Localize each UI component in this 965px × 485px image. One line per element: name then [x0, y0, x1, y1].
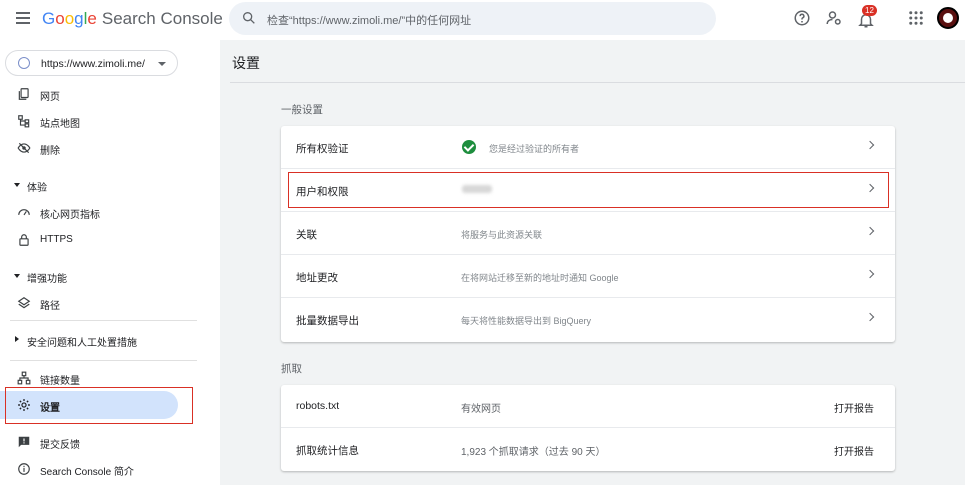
page-title: 设置: [232, 55, 260, 71]
sidebar-item-label: 核心网页指标: [40, 210, 100, 221]
sidebar-item-pages[interactable]: 网页: [0, 84, 220, 104]
crawl-heading: 抓取: [281, 363, 302, 375]
row-desc: 有效网页: [461, 404, 501, 415]
feedback-icon: [18, 436, 30, 448]
logo-letter: o: [55, 9, 65, 28]
section-label: 增强功能: [27, 274, 67, 285]
row-desc: 1,923 个抓取请求（过去 90 天）: [461, 447, 606, 458]
open-report-link[interactable]: 打开报告: [834, 443, 874, 458]
caret-down-icon: [158, 62, 166, 66]
collapse-icon: [14, 183, 20, 187]
product-name: Search Console: [101, 9, 223, 28]
url-inspection-search[interactable]: 检查“https://www.zimoli.me/”中的任何网址: [229, 2, 716, 35]
eye-off-icon: [17, 142, 31, 154]
row-desc: 在将网站迁移至新的地址时通知 Google: [461, 273, 619, 283]
sidebar-item-about[interactable]: Search Console 简介: [0, 459, 220, 479]
logo-letter: g: [74, 9, 84, 28]
sidebar-item-label: 网页: [40, 92, 60, 103]
crawl-row-stats[interactable]: 抓取统计信息 1,923 个抓取请求（过去 90 天） 打开报告: [281, 428, 895, 471]
highlight-box: [5, 387, 193, 424]
crawl-card: robots.txt 有效网页 打开报告 抓取统计信息 1,923 个抓取请求（…: [281, 385, 895, 471]
logo-letter: e: [87, 9, 97, 28]
lock-icon: [19, 234, 29, 246]
general-settings-heading: 一般设置: [281, 104, 323, 116]
info-icon: [18, 463, 30, 475]
settings-row-ownership[interactable]: 所有权验证 您是经过验证的所有者: [281, 126, 895, 169]
search-icon[interactable]: [241, 10, 257, 26]
app-header: Google Search Console 检查“https://www.zimo…: [0, 0, 965, 40]
check-circle-icon: [462, 140, 476, 154]
globe-icon: [18, 57, 30, 69]
row-name: 抓取统计信息: [296, 445, 359, 457]
manage-users-icon[interactable]: [825, 9, 843, 27]
section-experience[interactable]: 体验: [0, 175, 220, 195]
speedometer-icon: [18, 209, 30, 216]
sidebar-item-links[interactable]: 链接数量: [0, 368, 220, 388]
settings-row-associations[interactable]: 关联 将服务与此资源关联: [281, 212, 895, 255]
divider: [10, 360, 197, 361]
crawl-row-robots[interactable]: robots.txt 有效网页 打开报告: [281, 385, 895, 428]
row-desc: 将服务与此资源关联: [461, 230, 543, 240]
sidebar-item-label: 提交反馈: [40, 440, 80, 451]
layers-icon: [17, 297, 31, 309]
notification-badge: 12: [862, 5, 877, 16]
chevron-right-icon: [865, 226, 875, 236]
account-avatar[interactable]: [937, 7, 959, 29]
logo[interactable]: Google Search Console: [42, 9, 223, 29]
section-security[interactable]: 安全问题和人工处置措施: [0, 330, 220, 350]
chevron-right-icon: [865, 269, 875, 279]
logo-letter: o: [64, 9, 75, 28]
expand-icon: [15, 336, 19, 342]
sidebar-item-https[interactable]: HTTPS: [0, 230, 220, 250]
section-enhancements[interactable]: 增强功能: [0, 266, 220, 286]
apps-grid-icon[interactable]: [907, 9, 925, 27]
sitemap-icon: [18, 115, 30, 128]
sidebar-item-label: HTTPS: [40, 234, 73, 245]
logo-letter: G: [42, 9, 56, 28]
sidebar-item-label: 链接数量: [40, 376, 80, 387]
section-label: 安全问题和人工处置措施: [27, 338, 137, 349]
network-icon: [17, 371, 31, 385]
row-name: 地址更改: [296, 272, 338, 284]
sidebar-item-feedback[interactable]: 提交反馈: [0, 432, 220, 452]
row-name: robots.txt: [296, 400, 340, 412]
sidebar-item-core-web-vitals[interactable]: 核心网页指标: [0, 202, 220, 222]
row-desc: 您是经过验证的所有者: [489, 144, 580, 154]
row-name: 批量数据导出: [296, 315, 359, 327]
help-icon[interactable]: [793, 9, 811, 27]
settings-row-change-of-address[interactable]: 地址更改 在将网站迁移至新的地址时通知 Google: [281, 255, 895, 298]
highlight-box: [288, 172, 889, 208]
section-label: 体验: [27, 183, 47, 194]
row-desc: 每天将性能数据导出到 BigQuery: [461, 316, 592, 326]
menu-icon[interactable]: [16, 12, 30, 24]
pages-icon: [18, 88, 29, 100]
chevron-right-icon: [865, 312, 875, 322]
property-selector[interactable]: https://www.zimoli.me/: [5, 50, 178, 76]
search-input[interactable]: 检查“https://www.zimoli.me/”中的任何网址: [267, 12, 471, 28]
sidebar-item-removals[interactable]: 删除: [0, 138, 220, 158]
row-name: 所有权验证: [296, 143, 349, 155]
sidebar-item-breadcrumbs[interactable]: 路径: [0, 293, 220, 313]
open-report-link[interactable]: 打开报告: [834, 400, 874, 415]
sidebar-item-label: 删除: [40, 146, 60, 157]
divider: [10, 320, 197, 321]
sidebar: https://www.zimoli.me/ 网页 站点地图 删除 体验 核心网…: [0, 40, 220, 485]
property-url: https://www.zimoli.me/: [41, 58, 145, 70]
divider: [230, 82, 965, 83]
sidebar-item-label: 路径: [40, 301, 60, 312]
settings-row-bulk-export[interactable]: 批量数据导出 每天将性能数据导出到 BigQuery: [281, 298, 895, 341]
sidebar-item-label: 站点地图: [40, 119, 80, 130]
chevron-right-icon: [865, 140, 875, 150]
collapse-icon: [14, 274, 20, 278]
sidebar-item-label: Search Console 简介: [40, 467, 134, 478]
sidebar-item-sitemaps[interactable]: 站点地图: [0, 111, 220, 131]
row-name: 关联: [296, 229, 317, 241]
general-settings-card: 所有权验证 您是经过验证的所有者 用户和权限 关联 将服务与此资源关联 地址更改…: [281, 126, 895, 342]
